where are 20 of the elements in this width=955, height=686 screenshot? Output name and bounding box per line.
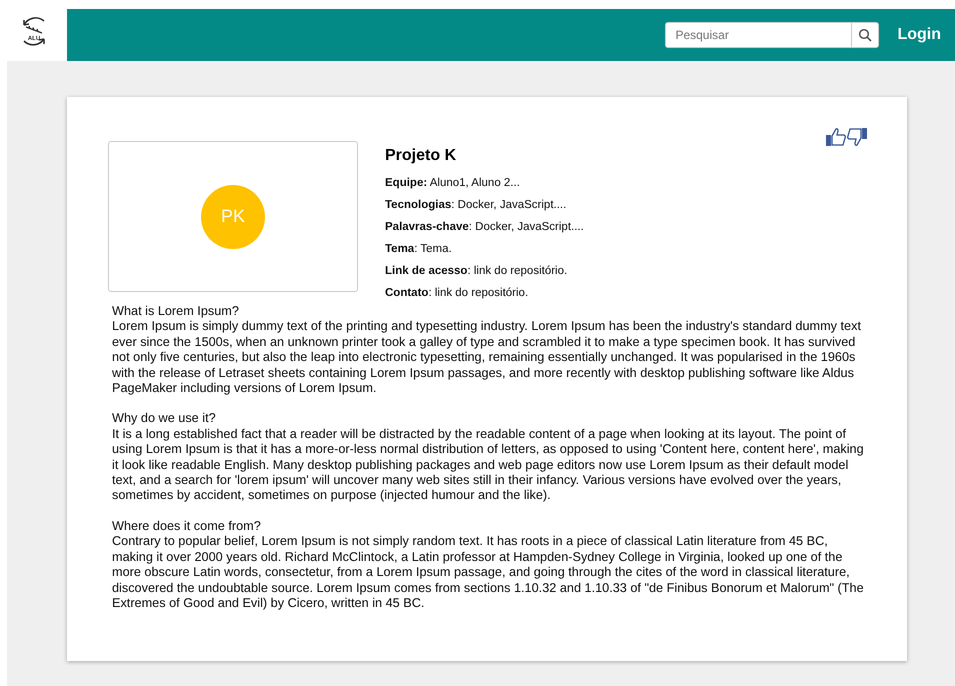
thumbs-up-icon[interactable] bbox=[826, 128, 846, 146]
project-field: Tecnologias: Docker, JavaScript.... bbox=[385, 199, 826, 211]
project-field: Tema: Tema. bbox=[385, 243, 826, 255]
search-field[interactable]: Pesquisar bbox=[665, 22, 852, 48]
search-icon bbox=[858, 28, 872, 42]
search-button[interactable] bbox=[851, 22, 880, 48]
section-heading: Where does it come from? bbox=[112, 518, 262, 534]
project-field: Contato: link do repositório. bbox=[385, 287, 826, 299]
project-field: Link de acesso: link do repositório. bbox=[385, 265, 826, 277]
login-link[interactable]: Login bbox=[897, 26, 941, 44]
section-heading: Why do we use it? bbox=[112, 411, 217, 427]
section-paragraph: Lorem Ipsum is simply dummy text of the printing and typesetting industry. Lorem Ipsum has been the industry's standard dummy text ever since the 1500s, when an unknown printer took a galley of type and scrambled it to make a type specimen book. It has survived not only five centuries, but also the leap into electronic typesetting, remaining essentially unchanged. It was popularised in the 1960s with the release of Letraset sheets containing Lorem Ipsum passages, and more recently with desktop publishing software like Aldus PageMaker including versions of Lorem Ipsum. bbox=[112, 319, 862, 396]
avatar: PK bbox=[201, 184, 265, 248]
section-paragraph: Contrary to popular belief, Lorem Ipsum is not simply random text. It has roots in a piece of classical Latin literature from 45 BC, making it over 2000 years old. Richard McClintock, a Latin professor at Hampden-Sydney College in Virginia, looked up one of the more obscure Latin words, consectetur, from a Lorem Ipsum passage, and going through the cites of the word in classical literature, discovered the undoubtable source. Lorem Ipsum comes from sections 1.10.32 and 1.10.33 of "de Finibus Bonorum et Malorum" (The Extremes of Good and Evil) by Cicero, written in 45 BC. bbox=[112, 534, 865, 612]
project-field: Equipe: Aluno1, Aluno 2... bbox=[385, 177, 826, 189]
project-field: Palavras-chave: Docker, JavaScript.... bbox=[385, 221, 826, 233]
thumbs-down-icon[interactable] bbox=[847, 128, 867, 146]
section-paragraph: It is a long established fact that a reader will be distracted by the readable content of a page when looking at its layout. The point of using Lorem Ipsum is that it has a more-or-less normal distribution of letters, as opposed to using 'Content here, content here', making it look like readable English. Many desktop publishing packages and web page editors now use Lorem Ipsum as their default model text, and a search for 'lorem ipsum' will uncover many web sites still in their infancy. Various versions have evolved over the years, sometimes by accident, sometimes on purpose (injected humour and the like). bbox=[112, 426, 865, 504]
project-title: Projeto K bbox=[385, 147, 458, 165]
section-heading: What is Lorem Ipsum? bbox=[112, 304, 240, 320]
